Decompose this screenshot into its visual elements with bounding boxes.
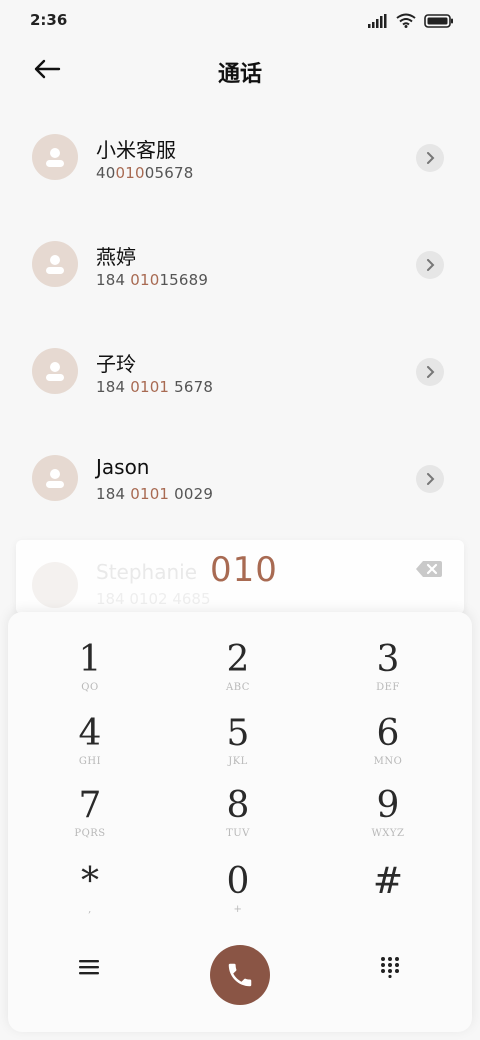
chevron-right-icon (427, 473, 435, 485)
avatar (32, 134, 78, 180)
dialpad-icon (381, 957, 399, 978)
key-7[interactable]: 7 PQRS (30, 784, 150, 854)
person-icon (46, 148, 64, 167)
key-digit: * (81, 861, 99, 902)
person-icon (46, 255, 64, 274)
key-letters: WXYZ (371, 828, 405, 839)
contact-detail-button[interactable] (416, 358, 444, 386)
key-digit: 8 (226, 785, 250, 826)
backspace-icon (416, 561, 442, 577)
contact-name: 小米客服 (96, 138, 176, 162)
contact-number: 184 01015689 (96, 271, 209, 289)
key-letters: JKL (228, 756, 248, 767)
call-button[interactable] (210, 945, 270, 1005)
contact-name: 子玲 (96, 352, 136, 376)
contact-row[interactable]: 小米客服 4001005678 (0, 106, 480, 213)
key-digit: 5 (226, 713, 250, 754)
key-3[interactable]: 3 DEF (328, 638, 448, 708)
avatar (32, 562, 78, 608)
page-title: 通话 (217, 62, 262, 87)
key-digit: 6 (376, 713, 400, 754)
key-4[interactable]: 4 GHI (30, 712, 150, 782)
menu-button[interactable] (65, 943, 113, 991)
key-9[interactable]: 9 WXYZ (328, 784, 448, 854)
key-digit: 0 (226, 861, 250, 902)
key-letters: MNO (373, 756, 403, 767)
key-letters: + (233, 904, 243, 915)
avatar (32, 348, 78, 394)
battery-icon (424, 13, 453, 28)
key-letters: , (88, 904, 92, 915)
key-5[interactable]: 5 JKL (178, 712, 298, 782)
contact-detail-button[interactable] (416, 251, 444, 279)
phone-icon (228, 963, 252, 987)
key-6[interactable]: 6 MNO (328, 712, 448, 782)
key-letters: DEF (376, 682, 400, 693)
chevron-right-icon (427, 259, 435, 271)
key-0[interactable]: 0 + (178, 860, 298, 930)
wifi-icon (396, 13, 416, 28)
contact-detail-button[interactable] (416, 465, 444, 493)
key-star[interactable]: *, (30, 860, 150, 930)
key-letters: GHI (78, 756, 102, 767)
key-letters: QO (81, 682, 99, 693)
key-2[interactable]: 2 ABC (178, 638, 298, 708)
dial-keypad: 1 QO 2 ABC 3 DEF 4 GHI 5 JKL 6 MNO 7 PQRS 8 TUV … (8, 612, 472, 1032)
app-header: 通话 (0, 44, 480, 96)
person-icon (46, 362, 64, 381)
key-digit: 1 (78, 639, 102, 680)
contact-name: 燕婷 (96, 245, 136, 269)
contact-name: Stephanie (96, 560, 198, 584)
contact-list: 小米客服 4001005678 燕婷 184 01015689 子玲 184 0… (0, 106, 480, 534)
key-digit: 9 (376, 785, 400, 826)
status-time: 2:36 (30, 11, 68, 29)
contact-detail-button[interactable] (416, 144, 444, 172)
contact-row[interactable]: 子玲 184 0101 5678 (0, 320, 480, 427)
status-bar: 2:36 (0, 0, 480, 40)
key-digit: # (372, 861, 404, 902)
contact-number: 184 0102 4685 (96, 590, 211, 608)
dialpad-toggle-button[interactable] (366, 943, 414, 991)
avatar (32, 455, 78, 501)
person-icon (46, 469, 64, 488)
signal-icon (368, 13, 387, 28)
chevron-right-icon (427, 152, 435, 164)
key-8[interactable]: 8 TUV (178, 784, 298, 854)
key-digit: 3 (376, 639, 400, 680)
contact-number: 4001005678 (96, 164, 194, 182)
chevron-right-icon (427, 366, 435, 378)
contact-row[interactable]: Jason 184 0101 0029 (0, 427, 480, 534)
status-icons (368, 13, 454, 28)
key-1[interactable]: 1 QO (30, 638, 150, 708)
contact-row[interactable]: 燕婷 184 01015689 (0, 213, 480, 320)
contact-number: 184 0101 5678 (96, 378, 214, 396)
key-hash[interactable]: # (328, 860, 448, 930)
key-letters: ABC (226, 682, 250, 693)
key-digit: 4 (78, 713, 102, 754)
menu-icon (79, 960, 99, 975)
backspace-button[interactable] (414, 558, 444, 580)
dial-input-bar: Stephanie 184 0102 4685 010 (16, 540, 464, 614)
contact-number: 184 0101 0029 (96, 485, 214, 503)
key-letters: PQRS (74, 828, 106, 839)
contact-name: Jason (96, 455, 150, 479)
key-digit: 7 (78, 785, 102, 826)
avatar (32, 241, 78, 287)
key-letters: TUV (226, 828, 250, 839)
key-digit: 2 (226, 639, 250, 680)
dialed-number: 010 (210, 550, 278, 590)
